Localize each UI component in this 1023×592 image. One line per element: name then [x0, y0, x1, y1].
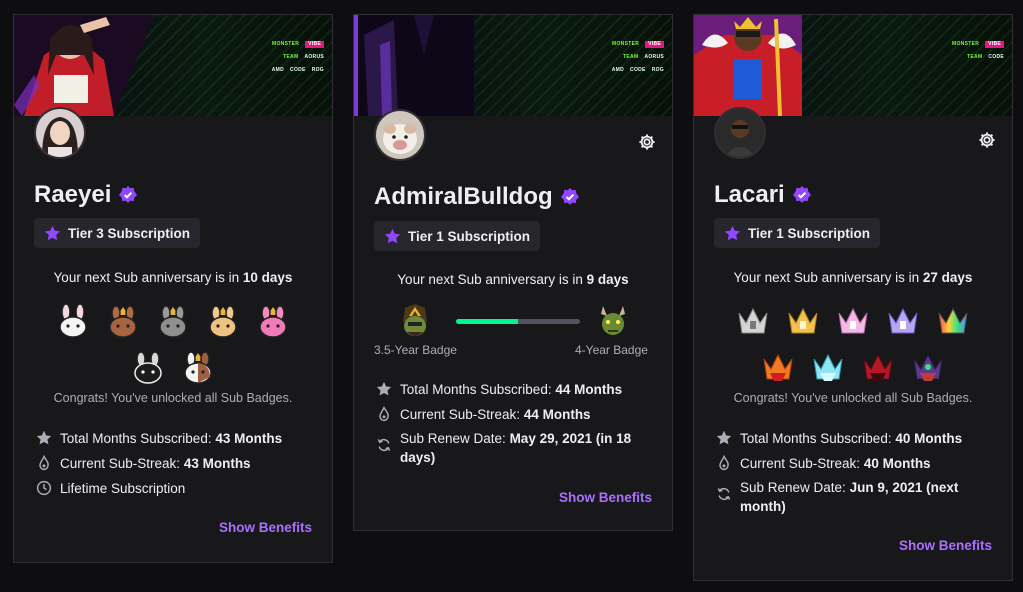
- stat-renew-date: Sub Renew Date: May 29, 2021 (in 18 days…: [376, 429, 641, 467]
- tier-badge: Tier 1 Subscription: [714, 218, 881, 248]
- sub-badge-row: [14, 303, 332, 339]
- streamer-art-image: [14, 15, 154, 116]
- crown-badge-icon[interactable]: [760, 349, 796, 385]
- anniversary-text: Your next Sub anniversary is in 27 days: [733, 270, 973, 285]
- show-benefits-button[interactable]: Show Benefits: [899, 538, 992, 553]
- sub-badge-icon[interactable]: [205, 303, 241, 339]
- sponsor-logos: MONSTER VIBE TEAM AORUS AMD CODE ROG: [611, 41, 664, 73]
- show-benefits-button[interactable]: Show Benefits: [559, 490, 652, 505]
- channel-banner: MONSTER VIBE TEAM CODE: [694, 15, 1012, 116]
- stat-sub-streak: Current Sub-Streak: 43 Months: [36, 454, 251, 473]
- clock-icon: [36, 480, 52, 496]
- channel-name[interactable]: AdmiralBulldog: [374, 183, 553, 211]
- crown-badge-icon[interactable]: [885, 303, 921, 339]
- crown-badge-icon[interactable]: [860, 349, 896, 385]
- verified-icon: [792, 186, 811, 203]
- star-icon: [376, 381, 392, 396]
- flame-icon: [39, 455, 49, 471]
- tier-label: Tier 1 Subscription: [748, 225, 871, 241]
- star-icon: [724, 225, 741, 240]
- stat-sub-streak: Current Sub-Streak: 40 Months: [716, 454, 931, 473]
- channel-avatar[interactable]: [34, 107, 86, 159]
- current-badge-label: 3.5-Year Badge: [374, 343, 457, 357]
- crown-badge-icon[interactable]: [935, 303, 971, 339]
- channel-name[interactable]: Raeyei: [34, 181, 111, 209]
- anniversary-text: Your next Sub anniversary is in 9 days: [397, 272, 629, 287]
- star-icon: [384, 228, 401, 243]
- next-badge-icon[interactable]: [595, 302, 631, 338]
- sponsor-logos: MONSTER VIBE TEAM AORUS AMD CODE ROG: [271, 41, 324, 73]
- anniversary-days: 9 days: [586, 272, 629, 287]
- channel-avatar[interactable]: [714, 107, 766, 159]
- subscription-card-raeyei: MONSTER VIBE TEAM AORUS AMD CODE ROG Raeyei …: [13, 14, 333, 563]
- streamer-art-image: [694, 15, 802, 116]
- tier-badge: Tier 3 Subscription: [34, 218, 201, 248]
- verified-icon: [119, 186, 138, 203]
- stat-total-months: Total Months Subscribed: 44 Months: [376, 380, 622, 399]
- crown-badge-icon[interactable]: [835, 303, 871, 339]
- stat-sub-streak: Current Sub-Streak: 44 Months: [376, 405, 591, 424]
- flame-icon: [379, 406, 389, 422]
- sponsor-logos: MONSTER VIBE TEAM CODE: [952, 41, 1004, 60]
- badge-progress-bar: [456, 319, 580, 324]
- verified-icon: [560, 188, 579, 205]
- congrats-text: Congrats! You've unlocked all Sub Badges…: [53, 391, 293, 405]
- crown-badge-icon[interactable]: [810, 349, 846, 385]
- tier-badge: Tier 1 Subscription: [374, 221, 541, 251]
- stat-renew-date: Sub Renew Date: Jun 9, 2021 (next month): [716, 478, 971, 516]
- star-icon: [44, 225, 61, 240]
- congrats-text: Congrats! You've unlocked all Sub Badges…: [733, 391, 973, 405]
- gear-icon[interactable]: [978, 131, 996, 149]
- stat-lifetime: Lifetime Subscription: [36, 479, 185, 498]
- channel-avatar[interactable]: [374, 109, 426, 161]
- crown-badge-icon[interactable]: [735, 303, 771, 339]
- sub-badge-row: [694, 303, 1012, 339]
- next-badge-label: 4-Year Badge: [575, 343, 648, 357]
- anniversary-text: Your next Sub anniversary is in 10 days: [53, 270, 293, 285]
- channel-banner: MONSTER VIBE TEAM AORUS AMD CODE ROG: [354, 15, 672, 116]
- stat-total-months: Total Months Subscribed: 40 Months: [716, 429, 962, 448]
- tier-label: Tier 1 Subscription: [408, 228, 531, 244]
- channel-name[interactable]: Lacari: [714, 181, 785, 209]
- current-badge-icon[interactable]: [397, 302, 433, 338]
- renew-icon: [717, 487, 731, 501]
- gear-icon[interactable]: [638, 133, 656, 151]
- stat-total-months: Total Months Subscribed: 43 Months: [36, 429, 282, 448]
- subscription-card-lacari: MONSTER VIBE TEAM CODE Lacari Tier 1 Subsc…: [693, 14, 1013, 581]
- badge-progress-fill: [456, 319, 518, 324]
- crown-badge-icon[interactable]: [910, 349, 946, 385]
- tier-label: Tier 3 Subscription: [68, 225, 191, 241]
- anniversary-days: 10 days: [242, 270, 293, 285]
- star-icon: [36, 430, 52, 445]
- flame-icon: [719, 455, 729, 471]
- sub-badge-icon[interactable]: [255, 303, 291, 339]
- sub-badge-row: [14, 349, 332, 385]
- sub-badge-icon[interactable]: [155, 303, 191, 339]
- sub-badge-icon[interactable]: [105, 303, 141, 339]
- sub-badge-icon[interactable]: [55, 303, 91, 339]
- anniversary-days: 27 days: [922, 270, 973, 285]
- show-benefits-button[interactable]: Show Benefits: [219, 520, 312, 535]
- sub-badge-icon[interactable]: [180, 349, 216, 385]
- sub-badge-row: [694, 349, 1012, 385]
- channel-banner: MONSTER VIBE TEAM AORUS AMD CODE ROG: [14, 15, 332, 116]
- star-icon: [716, 430, 732, 445]
- subscription-card-admiralbulldog: MONSTER VIBE TEAM AORUS AMD CODE ROG Admiral…: [353, 14, 673, 531]
- banner-art-image: [354, 15, 474, 116]
- sub-badge-icon[interactable]: [130, 349, 166, 385]
- renew-icon: [377, 438, 391, 452]
- crown-badge-icon[interactable]: [785, 303, 821, 339]
